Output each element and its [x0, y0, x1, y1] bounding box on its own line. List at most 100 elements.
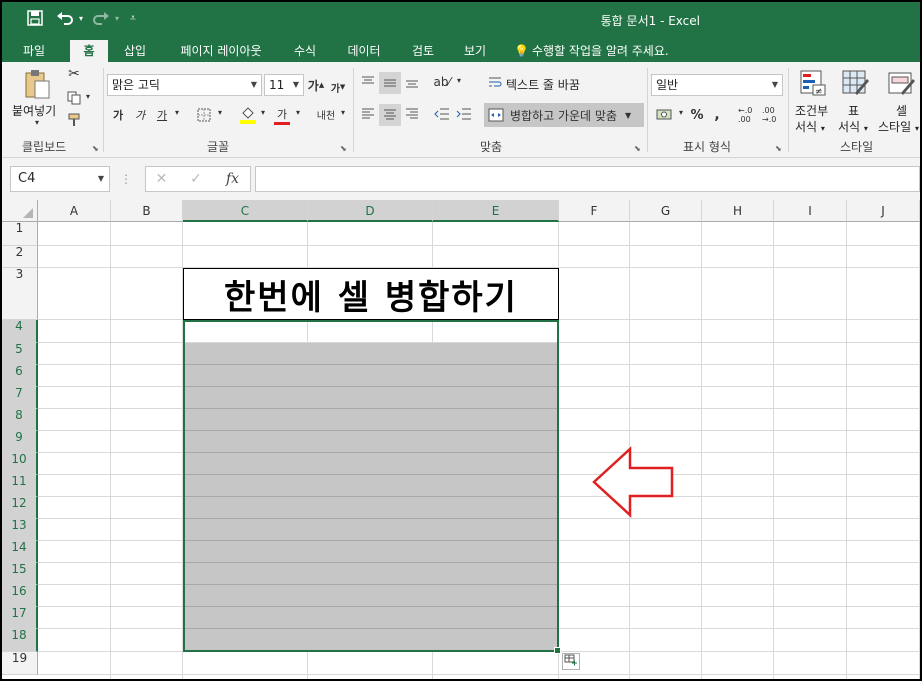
tab-review[interactable]: 검토: [402, 40, 444, 62]
tab-home[interactable]: 홈: [70, 40, 108, 62]
increase-decimal-button[interactable]: ←.0 .00: [738, 104, 760, 126]
copy-dropdown-icon[interactable]: ▾: [84, 92, 92, 101]
alignment-launcher-icon[interactable]: ⬊: [634, 144, 641, 153]
formula-input[interactable]: [255, 166, 920, 192]
accounting-dropdown-icon[interactable]: ▾: [676, 108, 686, 117]
paste-label[interactable]: 붙여넣기: [12, 102, 56, 119]
merge-dropdown-icon[interactable]: ▼: [625, 111, 631, 120]
paste-icon[interactable]: [22, 68, 52, 100]
number-format-combo[interactable]: 일반 ▼: [651, 74, 783, 96]
font-color-icon[interactable]: 가: [272, 104, 292, 126]
column-header-d[interactable]: D: [308, 200, 433, 222]
ribbon: 붙여넣기 ▾ ✂ ▾ 클립보드 ⬊ 맑은 고딕 ▼ 11 ▼ 가 ▲ 가 ▼ 가 가 가…: [2, 62, 920, 158]
font-color-dropdown-icon[interactable]: ▾: [293, 108, 303, 117]
align-left-icon[interactable]: [358, 104, 378, 124]
worksheet-grid[interactable]: A B C D E F G H I J 1 2 3 4 5 6 7 8 9 10 11 12 13 14 15 16 17 18 19: [2, 200, 920, 679]
paste-dropdown-icon[interactable]: ▾: [32, 118, 42, 127]
column-header-a[interactable]: A: [38, 200, 111, 222]
formula-bar: C4 ▼ ⋮ ✕ ✓ fx: [2, 158, 920, 200]
cell-styles-label-2[interactable]: 스타일 ▾: [878, 118, 919, 135]
column-header-b[interactable]: B: [111, 200, 183, 222]
decrease-decimal-button[interactable]: .00 →.0: [762, 104, 784, 126]
row-gridline: [38, 386, 920, 387]
chevron-down-icon[interactable]: ▼: [98, 167, 104, 191]
row-header-19[interactable]: 19: [2, 651, 38, 675]
shrink-font-icon[interactable]: 가 ▼: [330, 78, 346, 96]
align-middle-icon[interactable]: [379, 72, 401, 94]
clipboard-launcher-icon[interactable]: ⬊: [92, 144, 99, 153]
column-header-f[interactable]: F: [559, 200, 630, 222]
enter-icon[interactable]: ✓: [177, 166, 215, 192]
format-as-table-icon[interactable]: [840, 68, 870, 98]
formula-bar-grip-icon: ⋮: [120, 172, 132, 186]
column-header-i[interactable]: I: [774, 200, 847, 222]
tab-file[interactable]: 파일: [12, 40, 56, 62]
font-name-combo[interactable]: 맑은 고딕 ▼: [107, 74, 262, 96]
row-gridline: [38, 452, 920, 453]
tab-insert[interactable]: 삽입: [114, 40, 156, 62]
cancel-icon[interactable]: ✕: [145, 166, 177, 192]
row-gridline: [38, 674, 920, 675]
fill-color-icon[interactable]: [238, 104, 258, 126]
underline-dropdown-icon[interactable]: ▾: [172, 108, 182, 117]
insert-function-icon[interactable]: fx: [215, 166, 251, 192]
row-gridline: [38, 606, 920, 607]
merge-center-button[interactable]: 병합하고 가운데 맞춤 ▼: [484, 103, 644, 127]
name-box[interactable]: C4 ▼: [10, 166, 110, 192]
cut-icon[interactable]: ✂: [66, 66, 82, 82]
table-format-label-2[interactable]: 서식 ▾: [838, 118, 868, 135]
format-painter-icon[interactable]: [66, 112, 82, 128]
font-size-combo[interactable]: 11 ▼: [264, 74, 304, 96]
border-dropdown-icon[interactable]: ▾: [215, 108, 225, 117]
wrap-text-icon[interactable]: [486, 72, 504, 92]
chevron-down-icon: ▼: [292, 80, 299, 89]
tab-data[interactable]: 데이터: [338, 40, 390, 62]
column-header-g[interactable]: G: [630, 200, 702, 222]
phonetic-dropdown-icon[interactable]: ▾: [338, 108, 348, 117]
tab-formulas[interactable]: 수식: [284, 40, 326, 62]
align-top-icon[interactable]: [358, 72, 378, 92]
column-header-h[interactable]: H: [702, 200, 774, 222]
column-header-e[interactable]: E: [433, 200, 559, 222]
tell-me-search[interactable]: 수행할 작업을 알려 주세요.: [532, 40, 692, 62]
cell-styles-label-1[interactable]: 셀: [896, 102, 907, 119]
number-launcher-icon[interactable]: ⬊: [775, 144, 782, 153]
cell-styles-icon[interactable]: [886, 68, 916, 98]
align-right-icon[interactable]: [402, 104, 422, 124]
row-gridline: [38, 267, 920, 268]
copy-icon[interactable]: [66, 90, 82, 106]
percent-button[interactable]: %: [688, 106, 706, 124]
decrease-indent-icon[interactable]: [432, 104, 452, 124]
row-gridline: [38, 245, 920, 246]
table-format-label-1[interactable]: 표: [848, 102, 859, 119]
column-header-c[interactable]: C: [183, 200, 308, 222]
orientation-icon[interactable]: ab⁄: [432, 72, 452, 92]
row-gridline: [38, 496, 920, 497]
fill-color-dropdown-icon[interactable]: ▾: [258, 108, 268, 117]
conditional-label-1[interactable]: 조건부: [795, 102, 828, 119]
column-header-j[interactable]: J: [847, 200, 920, 222]
chevron-down-icon: ▼: [250, 80, 257, 89]
increase-indent-icon[interactable]: [454, 104, 474, 124]
border-icon[interactable]: [195, 106, 213, 124]
comma-button[interactable]: ,: [710, 106, 724, 124]
conditional-formatting-icon[interactable]: ≠: [798, 68, 828, 98]
phonetic-icon[interactable]: 내천: [314, 104, 338, 124]
align-bottom-icon[interactable]: [402, 72, 422, 92]
bold-button[interactable]: 가: [110, 106, 126, 124]
italic-button[interactable]: 가: [132, 106, 148, 124]
conditional-label-2[interactable]: 서식 ▾: [795, 118, 825, 135]
grow-font-icon[interactable]: 가 ▲: [308, 76, 324, 94]
font-launcher-icon[interactable]: ⬊: [340, 144, 347, 153]
wrap-text-label[interactable]: 텍스트 줄 바꿈: [506, 76, 580, 93]
tab-page-layout[interactable]: 페이지 레이아웃: [168, 40, 274, 62]
number-group-label: 표시 형식: [683, 140, 731, 154]
underline-button[interactable]: 가: [154, 106, 170, 124]
row-gridline: [38, 430, 920, 431]
title-bar: ▾ ▾ ⩡ 통합 문서1 - Excel: [2, 2, 920, 36]
orientation-dropdown-icon[interactable]: ▾: [454, 76, 464, 85]
font-group-label: 글꼴: [207, 140, 230, 154]
align-center-icon[interactable]: [379, 104, 401, 126]
accounting-format-icon[interactable]: [654, 106, 674, 124]
tab-view[interactable]: 보기: [454, 40, 496, 62]
